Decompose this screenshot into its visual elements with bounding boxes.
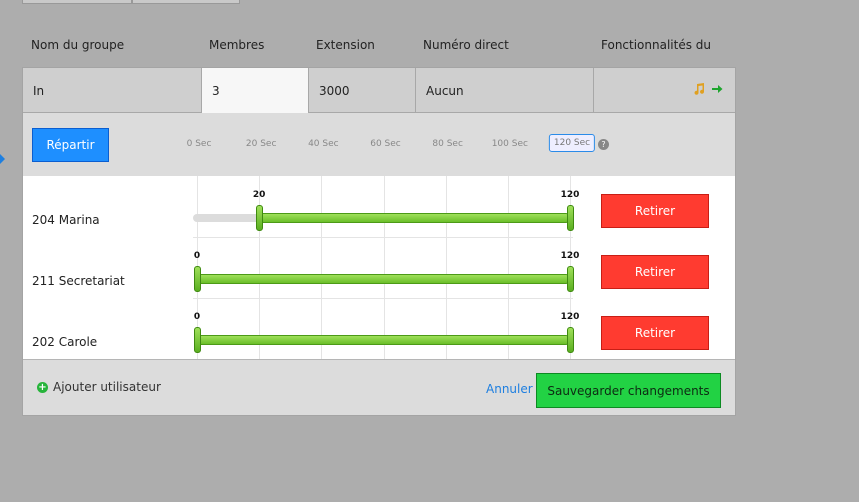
members-value: 3 <box>212 83 220 98</box>
remove-user-button[interactable]: Retirer <box>601 316 709 350</box>
range-end-label: 120 <box>560 190 580 200</box>
question-circle-icon[interactable]: ? <box>598 139 609 150</box>
range-start-handle[interactable] <box>256 205 264 231</box>
range-track <box>193 214 264 222</box>
direct-number-value: Aucun <box>426 83 464 98</box>
extension-cell[interactable]: 3000 <box>309 68 416 113</box>
range-start-label: 20 <box>252 190 266 200</box>
time-scale-tick: 0 Sec <box>186 139 212 149</box>
add-user-label: Ajouter utilisateur <box>53 380 161 394</box>
col-header-direct-number: Numéro direct <box>423 38 509 52</box>
panel-footer: + Ajouter utilisateur Annuler Sauvegarde… <box>23 359 735 415</box>
range-end-handle[interactable] <box>567 266 574 292</box>
col-header-group-name: Nom du groupe <box>31 38 125 52</box>
add-user-button[interactable]: + Ajouter utilisateur <box>37 380 161 394</box>
col-header-members: Membres <box>209 38 265 52</box>
distribute-button[interactable]: Répartir <box>32 128 109 162</box>
user-row: 204 Marina 20 120 Retirer <box>23 176 735 238</box>
range-start-handle[interactable] <box>194 266 201 292</box>
ring-range-bar[interactable] <box>197 335 570 345</box>
user-row: 211 Secretariat 0 120 Retirer <box>23 237 735 299</box>
direct-number-cell[interactable]: Aucun <box>416 68 594 113</box>
group-name-value: In <box>33 83 45 98</box>
plus-circle-icon: + <box>37 381 48 393</box>
features-cell[interactable] <box>594 68 735 113</box>
range-end-handle[interactable] <box>567 205 574 231</box>
range-end-handle[interactable] <box>567 327 574 353</box>
range-start-label: 0 <box>193 251 201 261</box>
user-name: 204 Marina <box>32 213 100 227</box>
arrow-right-icon[interactable] <box>711 83 723 95</box>
time-scale-tick: 80 Sec <box>432 139 463 149</box>
distribution-toolbar: Répartir 0 Sec 20 Sec 40 Sec 60 Sec 80 Sec 10… <box>23 113 735 176</box>
top-tab-right[interactable] <box>132 0 240 4</box>
time-scale-tick: 40 Sec <box>308 139 339 149</box>
group-name-cell[interactable]: In <box>23 68 202 113</box>
user-name: 202 Carole <box>32 335 98 349</box>
members-cell[interactable]: 3 <box>202 68 309 113</box>
extension-value: 3000 <box>319 83 350 98</box>
top-tab-left[interactable] <box>22 0 132 4</box>
group-panel: In 3 3000 Aucun Répartir 0 Sec 20 Sec 40 S… <box>22 67 736 416</box>
range-end-label: 120 <box>560 312 580 322</box>
col-header-extension: Extension <box>316 38 375 52</box>
time-scale-tick: 100 Sec <box>491 139 528 149</box>
user-row: 202 Carole 0 120 Retirer <box>23 298 735 359</box>
remove-user-button[interactable]: Retirer <box>601 194 709 228</box>
range-end-label: 120 <box>560 251 580 261</box>
col-header-features: Fonctionnalités du <box>601 38 712 52</box>
remove-user-button[interactable]: Retirer <box>601 255 709 289</box>
time-scale-tick: 20 Sec <box>245 139 277 149</box>
time-scale-tick: 120 Sec <box>548 134 596 152</box>
music-note-icon[interactable] <box>693 83 705 95</box>
time-scale-tick: 60 Sec <box>370 139 401 149</box>
ring-range-bar[interactable] <box>197 274 570 284</box>
ring-range-bar[interactable] <box>259 213 570 223</box>
cancel-button[interactable]: Annuler <box>486 382 533 396</box>
range-start-label: 0 <box>193 312 201 322</box>
save-changes-button[interactable]: Sauvegarder changements <box>536 373 721 408</box>
range-start-handle[interactable] <box>194 327 201 353</box>
user-name: 211 Secretariat <box>32 274 125 288</box>
user-list: 204 Marina 20 120 Retirer 211 Secretariat 0 12… <box>23 176 735 359</box>
left-arrow-icon <box>0 154 5 164</box>
